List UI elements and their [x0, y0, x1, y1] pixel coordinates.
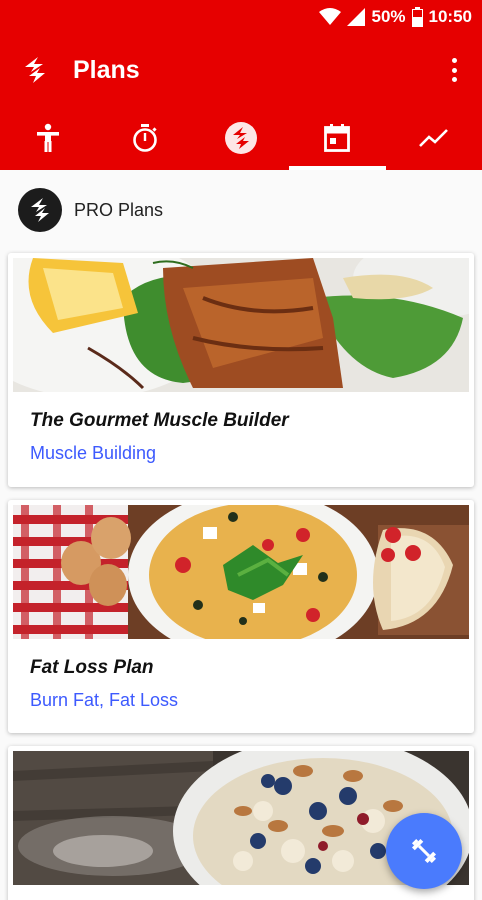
- status-bar: 50% 10:50: [0, 0, 482, 34]
- battery-percent: 50%: [371, 7, 406, 26]
- plan-card[interactable]: The Gourmet Muscle Builder Muscle Buildi…: [8, 253, 474, 487]
- tab-bar: [0, 106, 482, 170]
- section-title: PRO Plans: [74, 199, 164, 220]
- app-bar: Plans: [0, 34, 482, 106]
- trending-icon: [418, 129, 448, 147]
- calendar-icon: [324, 124, 351, 152]
- tab-plans[interactable]: [289, 106, 387, 170]
- plans-content: PRO Plans The Gourmet Muscle Builder Mus…: [0, 170, 482, 900]
- plan-subtitle: Burn Fat, Fat Loss: [30, 690, 179, 710]
- omelette-eggs-photo: [13, 505, 469, 639]
- plan-subtitle: Muscle Building: [30, 443, 157, 463]
- tab-coach[interactable]: [0, 106, 96, 170]
- plan-card[interactable]: Fat Loss Plan Burn Fat, Fat Loss: [8, 500, 474, 733]
- page-title: Plans: [73, 55, 140, 84]
- battery-icon: [411, 7, 423, 27]
- tab-progress[interactable]: [386, 106, 482, 170]
- plan-title: The Gourmet Muscle Builder: [30, 410, 289, 431]
- salmon-salad-photo: [13, 258, 469, 392]
- pro-badge-icon: [18, 188, 62, 232]
- freeletics-logo-icon: [20, 55, 50, 85]
- dumbbell-icon: [411, 838, 437, 864]
- wifi-icon: [319, 8, 342, 26]
- stopwatch-icon: [132, 124, 157, 152]
- more-vert-icon[interactable]: [442, 56, 466, 84]
- status-time: 10:50: [428, 7, 472, 26]
- section-header: PRO Plans: [0, 170, 482, 250]
- person-icon: [37, 123, 60, 152]
- tab-freeletics[interactable]: [193, 106, 289, 170]
- workout-fab-button[interactable]: [386, 813, 462, 889]
- freeletics-badge-icon: [225, 122, 258, 154]
- signal-icon: [347, 8, 366, 26]
- tab-workouts[interactable]: [96, 106, 192, 170]
- plan-title: Fat Loss Plan: [30, 657, 154, 678]
